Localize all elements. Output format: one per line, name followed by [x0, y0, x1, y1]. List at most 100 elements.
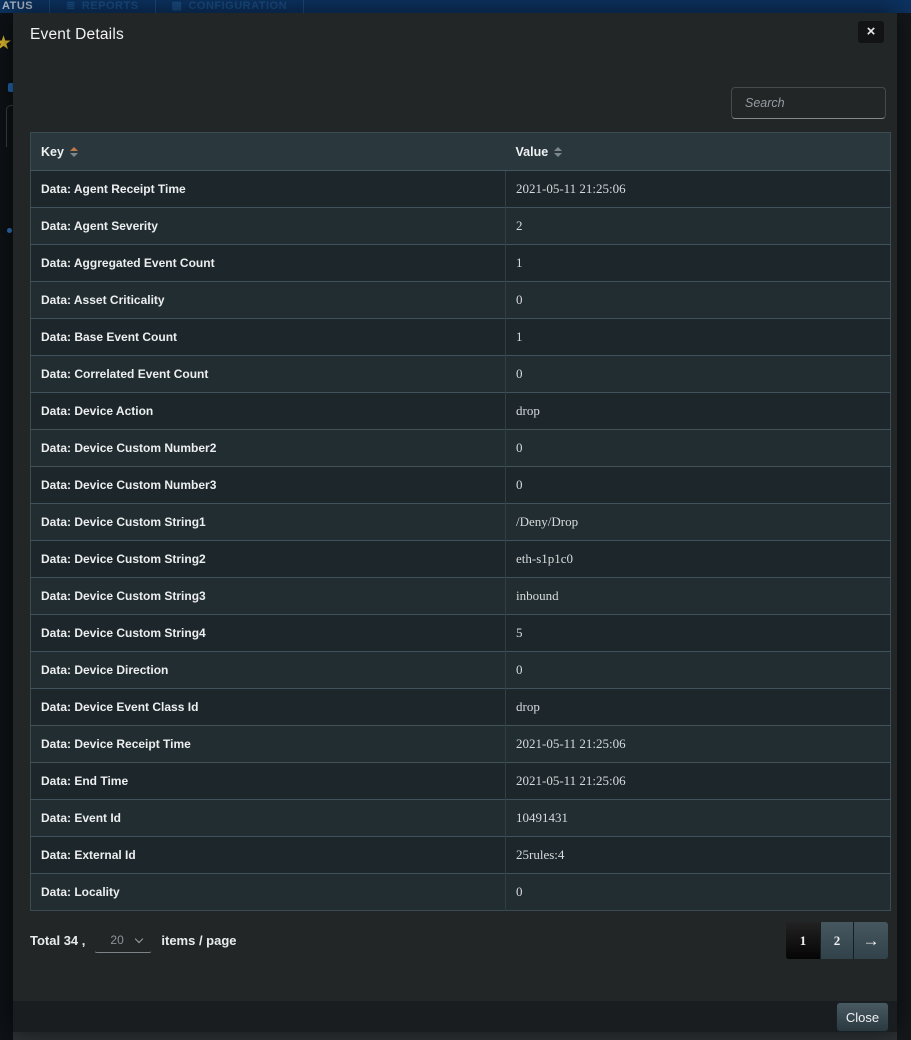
table-row: Data: Device Custom String4 5 [31, 615, 891, 652]
event-key-cell: Data: Device Custom String4 [31, 615, 506, 652]
event-value-cell: 2 [506, 208, 891, 245]
top-navbar: ATUS ≣ REPORTS ▦ CONFIGURATION [0, 0, 911, 13]
close-button[interactable]: Close [836, 1002, 889, 1032]
table-row: Data: Device Custom String2 eth-s1p1c0 [31, 541, 891, 578]
pagination: 12→ [786, 922, 888, 959]
page-left-sliver: ★ [0, 13, 13, 1040]
page-button-2[interactable]: 2 [820, 922, 853, 959]
event-key-cell: Data: Locality [31, 874, 506, 911]
event-key-cell: Data: Base Event Count [31, 319, 506, 356]
event-key-cell: Data: Device Custom Number2 [31, 430, 506, 467]
table-row: Data: Asset Criticality 0 [31, 282, 891, 319]
event-value-cell: /Deny/Drop [506, 504, 891, 541]
table-row: Data: Agent Receipt Time 2021-05-11 21:2… [31, 171, 891, 208]
event-key-cell: Data: External Id [31, 837, 506, 874]
event-value-cell: eth-s1p1c0 [506, 541, 891, 578]
total-count-label: Total 34 , [30, 933, 85, 948]
event-key-cell: Data: Device Custom String1 [31, 504, 506, 541]
event-value-cell: 0 [506, 356, 891, 393]
event-value-cell: 25rules:4 [506, 837, 891, 874]
modal-footer [13, 1001, 897, 1032]
event-key-cell: Data: Device Receipt Time [31, 726, 506, 763]
modal-title: Event Details [30, 26, 124, 44]
table-row: Data: Correlated Event Count 0 [31, 356, 891, 393]
table-row: Data: Device Receipt Time 2021-05-11 21:… [31, 726, 891, 763]
column-label: Key [41, 145, 64, 159]
table-row: Data: Device Action drop [31, 393, 891, 430]
event-key-cell: Data: Event Id [31, 800, 506, 837]
nav-item-atus[interactable]: ATUS [0, 0, 50, 13]
table-row: Data: Locality 0 [31, 874, 891, 911]
event-key-cell: Data: Asset Criticality [31, 282, 506, 319]
event-value-cell: drop [506, 393, 891, 430]
page-bottom-strip [13, 1032, 897, 1040]
event-value-cell: 1 [506, 245, 891, 282]
event-key-cell: Data: Device Custom String3 [31, 578, 506, 615]
event-table-body: Data: Agent Receipt Time 2021-05-11 21:2… [31, 171, 891, 911]
event-value-cell: inbound [506, 578, 891, 615]
table-row: Data: Device Direction 0 [31, 652, 891, 689]
table-row: Data: Base Event Count 1 [31, 319, 891, 356]
nav-item-label: REPORTS [82, 0, 139, 12]
event-key-cell: Data: End Time [31, 763, 506, 800]
page-button-1[interactable]: 1 [786, 922, 820, 959]
page-right-sliver [897, 13, 911, 1040]
blue-dot-icon [7, 228, 12, 233]
items-per-page-label: items / page [161, 933, 236, 948]
event-key-cell: Data: Agent Severity [31, 208, 506, 245]
sort-icon [554, 147, 562, 157]
event-value-cell: 0 [506, 874, 891, 911]
event-value-cell: 0 [506, 652, 891, 689]
event-value-cell: 10491431 [506, 800, 891, 837]
table-row: Data: End Time 2021-05-11 21:25:06 [31, 763, 891, 800]
event-details-modal: Event Details × Key Value Data: Agent Rec… [13, 13, 897, 1032]
event-key-cell: Data: Device Direction [31, 652, 506, 689]
table-row: Data: Device Custom Number3 0 [31, 467, 891, 504]
event-value-cell: 1 [506, 319, 891, 356]
event-value-cell: 2021-05-11 21:25:06 [506, 726, 891, 763]
event-key-cell: Data: Correlated Event Count [31, 356, 506, 393]
star-icon: ★ [0, 34, 12, 53]
event-table: Key Value Data: Agent Receipt Time 2021-0… [30, 132, 891, 911]
table-row: Data: Agent Severity 2 [31, 208, 891, 245]
event-key-cell: Data: Device Custom Number3 [31, 467, 506, 504]
close-icon[interactable]: × [858, 21, 884, 43]
event-key-cell: Data: Agent Receipt Time [31, 171, 506, 208]
nav-item-reports[interactable]: ≣ REPORTS [50, 0, 155, 13]
nav-item-configuration[interactable]: ▦ CONFIGURATION [156, 0, 304, 13]
event-key-cell: Data: Aggregated Event Count [31, 245, 506, 282]
chevron-down-icon [135, 935, 143, 943]
list-icon: ≣ [66, 1, 76, 12]
event-key-cell: Data: Device Event Class Id [31, 689, 506, 726]
table-row: Data: Aggregated Event Count 1 [31, 245, 891, 282]
event-key-cell: Data: Device Custom String2 [31, 541, 506, 578]
event-value-cell: 5 [506, 615, 891, 652]
table-header-row: Key Value [31, 133, 891, 171]
panel-corner-fragment [6, 105, 13, 147]
event-value-cell: 0 [506, 467, 891, 504]
grid-icon: ▦ [172, 1, 183, 12]
column-header-key[interactable]: Key [31, 133, 506, 171]
page-size-value: 20 [110, 933, 123, 947]
next-page-button[interactable]: → [853, 922, 888, 959]
event-value-cell: 2021-05-11 21:25:06 [506, 763, 891, 800]
nav-item-label: CONFIGURATION [188, 0, 287, 12]
event-key-cell: Data: Device Action [31, 393, 506, 430]
event-table-wrap: Key Value Data: Agent Receipt Time 2021-0… [30, 132, 890, 911]
event-value-cell: drop [506, 689, 891, 726]
sort-icon [70, 147, 78, 157]
event-value-cell: 0 [506, 430, 891, 467]
search-box [731, 87, 886, 119]
page-size-select[interactable]: 20 [94, 928, 152, 953]
column-header-value[interactable]: Value [506, 133, 891, 171]
event-value-cell: 0 [506, 282, 891, 319]
table-row: Data: Device Custom String1 /Deny/Drop [31, 504, 891, 541]
pager: Total 34 , 20 items / page [30, 922, 237, 959]
event-value-cell: 2021-05-11 21:25:06 [506, 171, 891, 208]
search-input[interactable] [731, 87, 886, 119]
table-row: Data: External Id 25rules:4 [31, 837, 891, 874]
table-row: Data: Device Event Class Id drop [31, 689, 891, 726]
nav-item-label: ATUS [2, 0, 33, 12]
table-row: Data: Event Id 10491431 [31, 800, 891, 837]
column-label: Value [516, 145, 549, 159]
